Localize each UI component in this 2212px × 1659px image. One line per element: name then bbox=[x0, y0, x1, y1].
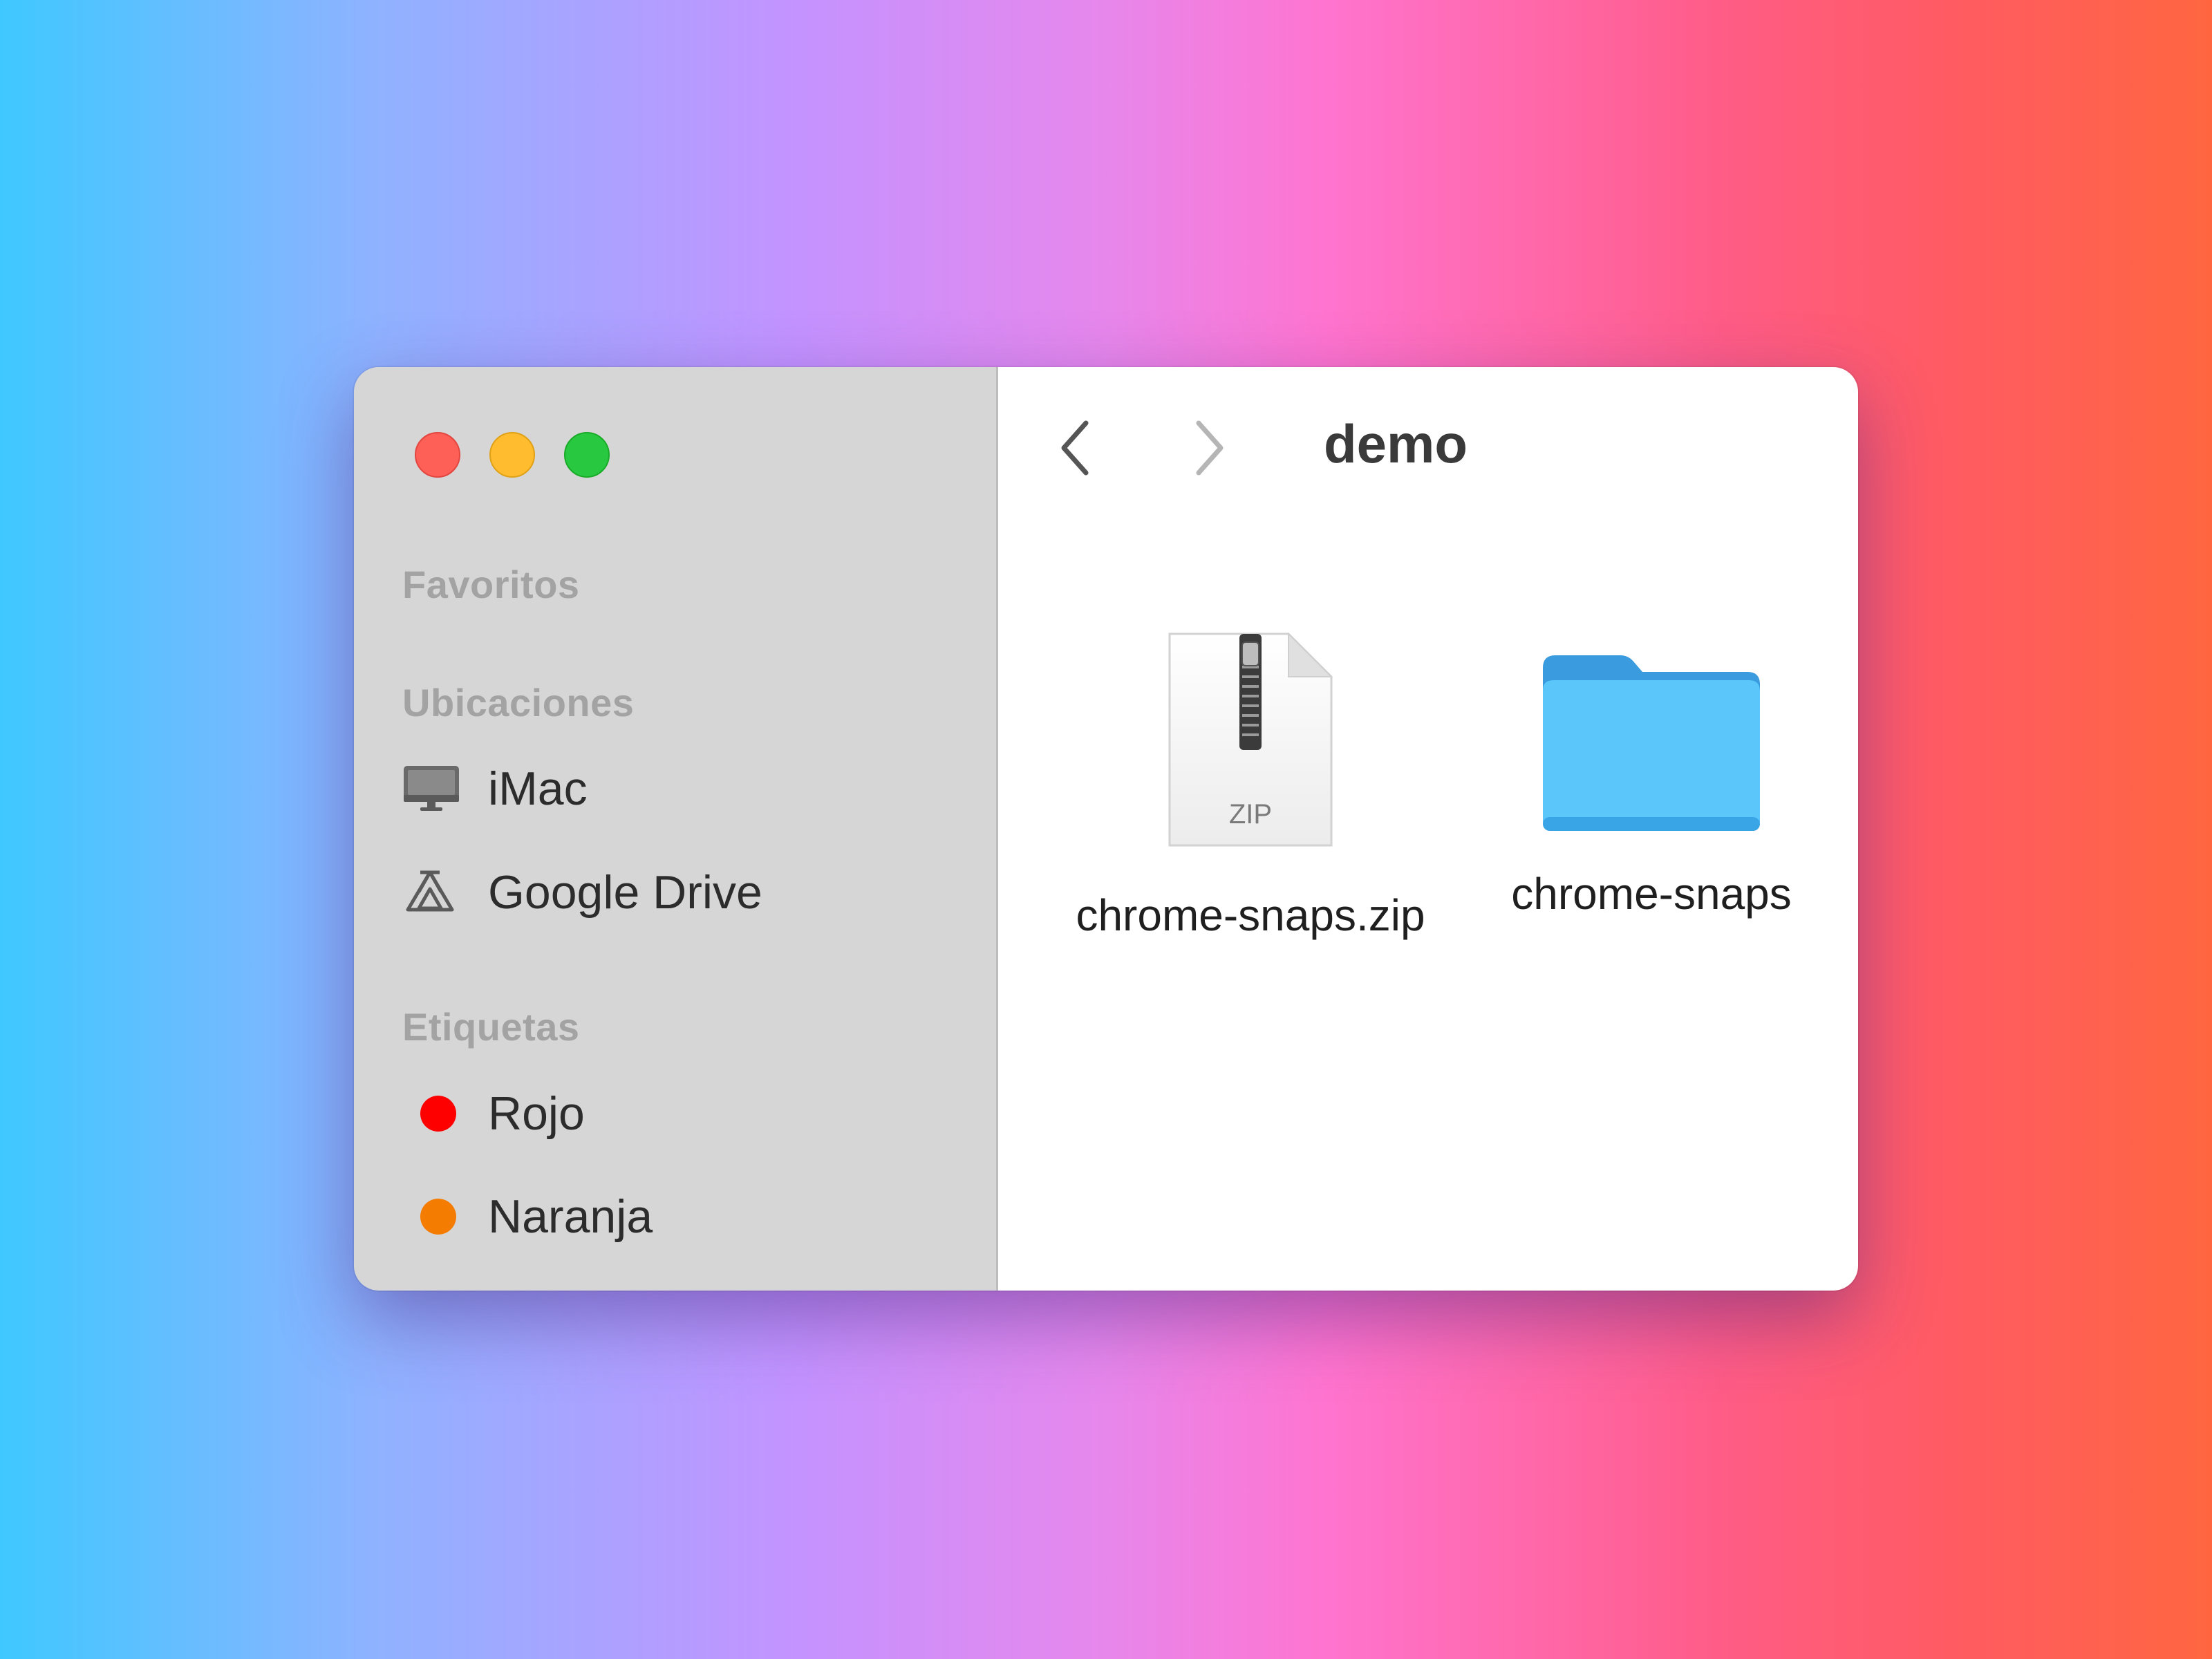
google-drive-icon bbox=[402, 868, 488, 917]
zip-badge: ZIP bbox=[1229, 799, 1272, 830]
sidebar-item-google-drive[interactable]: Google Drive bbox=[402, 854, 762, 930]
sidebar-item-label: Naranja bbox=[488, 1190, 653, 1243]
file-name: chrome-snaps bbox=[1511, 869, 1792, 919]
imac-icon bbox=[402, 765, 488, 813]
zip-file-icon: ZIP bbox=[1168, 632, 1333, 847]
sidebar-section-tags[interactable]: Etiquetas bbox=[402, 1004, 580, 1049]
sidebar-section-favorites[interactable]: Favoritos bbox=[402, 562, 580, 607]
chevron-left-icon bbox=[1061, 420, 1089, 476]
sidebar: Favoritos Ubicaciones iMac Google Drive … bbox=[354, 367, 998, 1291]
chevron-right-icon bbox=[1196, 420, 1224, 476]
minimize-window-button[interactable] bbox=[489, 432, 535, 478]
sidebar-item-imac[interactable]: iMac bbox=[402, 751, 588, 827]
close-window-button[interactable] bbox=[415, 432, 460, 478]
window-controls bbox=[415, 432, 610, 478]
file-name: chrome-snaps.zip bbox=[1076, 890, 1425, 940]
file-item-zip[interactable]: ZIP chrome-snaps.zip bbox=[1057, 630, 1444, 941]
zoom-window-button[interactable] bbox=[564, 432, 610, 478]
orange-tag-dot-icon bbox=[420, 1199, 456, 1235]
sidebar-item-label: Rojo bbox=[488, 1087, 585, 1140]
sidebar-item-label: Google Drive bbox=[488, 866, 762, 919]
window-title: demo bbox=[1324, 413, 1468, 474]
sidebar-item-tag-orange[interactable]: Naranja bbox=[402, 1179, 653, 1255]
sidebar-item-tag-red[interactable]: Rojo bbox=[402, 1076, 585, 1152]
sidebar-section-locations[interactable]: Ubicaciones bbox=[402, 680, 634, 725]
finder-window: Favoritos Ubicaciones iMac Google Drive … bbox=[354, 367, 1858, 1291]
file-item-folder[interactable]: chrome-snaps bbox=[1444, 640, 1858, 919]
folder-icon bbox=[1543, 655, 1760, 831]
back-button[interactable] bbox=[1044, 410, 1107, 486]
sidebar-item-label: iMac bbox=[488, 762, 588, 815]
red-tag-dot-icon bbox=[420, 1096, 456, 1132]
file-browser-pane: demo ZIP chrome-snaps.zip chrome-snaps bbox=[998, 367, 1858, 1291]
forward-button[interactable] bbox=[1178, 410, 1240, 486]
